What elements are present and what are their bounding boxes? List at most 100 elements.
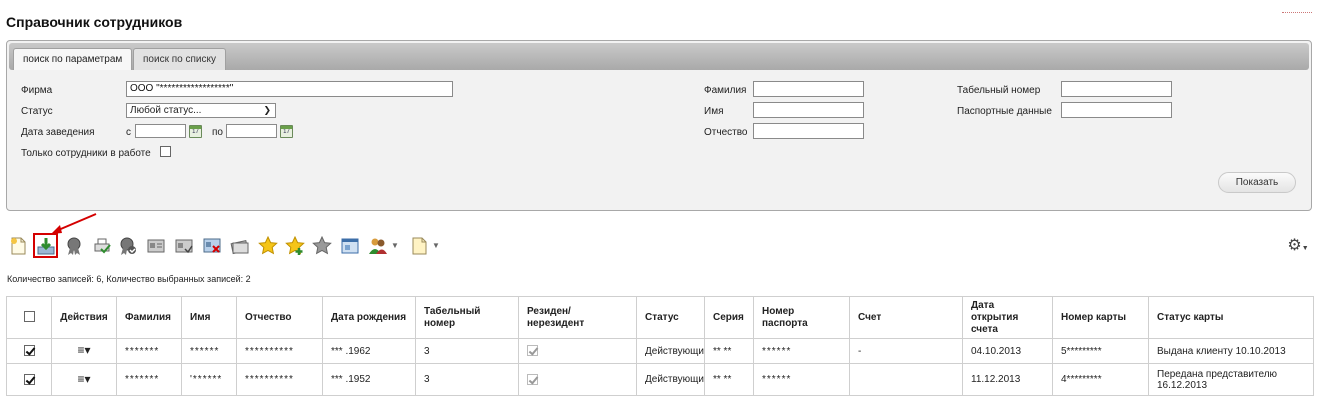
card-stack-icon[interactable] — [230, 236, 250, 256]
search-panel: поиск по параметрам поиск по списку Фирм… — [6, 40, 1312, 211]
cell-name: ****** — [181, 338, 237, 364]
header-account[interactable]: Счет — [849, 296, 963, 339]
document-icon[interactable] — [409, 236, 429, 256]
menu-icon[interactable]: ≡▾ — [77, 343, 90, 357]
cell-status: Действующий — [636, 363, 705, 396]
cell-surname: ******* — [116, 363, 182, 396]
cell-card-status: Передана представителю 16.12.2013 — [1148, 363, 1314, 396]
header-patronymic[interactable]: Отчество — [236, 296, 323, 339]
cell-patronymic: ********** — [236, 338, 323, 364]
table-row[interactable]: ≡▾ ******* '****** ********** *** .1952 … — [6, 363, 1314, 396]
cell-surname: ******* — [116, 338, 182, 364]
status-select-value: Любой статус... — [130, 105, 202, 116]
date-label: Дата заведения — [21, 127, 95, 138]
patronymic-input[interactable] — [753, 123, 864, 139]
users-dropdown-chevron-icon[interactable]: ▼ — [390, 236, 400, 256]
table-row[interactable]: ≡▾ ******* ****** ********** *** .1962 3… — [6, 338, 1314, 364]
star-gray-icon[interactable] — [312, 236, 332, 256]
active-only-checkbox[interactable] — [160, 146, 171, 157]
header-resident[interactable]: Резиден/нерезидент — [518, 296, 637, 339]
cell-passport: ****** — [753, 338, 850, 364]
cell-status: Действующий — [636, 338, 705, 364]
document-dropdown-chevron-icon[interactable]: ▼ — [431, 236, 441, 256]
tab-search-params[interactable]: поиск по параметрам — [13, 48, 133, 70]
header-surname[interactable]: Фамилия — [116, 296, 182, 339]
card-list-icon[interactable] — [174, 236, 194, 256]
tab-number-input[interactable] — [1061, 81, 1172, 97]
cell-card-status: Выдана клиенту 10.10.2013 — [1148, 338, 1314, 364]
row-checkbox[interactable] — [23, 373, 35, 385]
header-name[interactable]: Имя — [181, 296, 237, 339]
active-only-label: Только сотрудники в работе — [21, 148, 151, 159]
show-button[interactable]: Показать — [1218, 172, 1296, 193]
cell-series: ** ** — [704, 338, 754, 364]
surname-label: Фамилия — [704, 85, 747, 96]
header-card-number[interactable]: Номер карты — [1052, 296, 1149, 339]
calendar-to-icon[interactable]: 17 — [280, 125, 293, 138]
export-icon[interactable] — [36, 236, 56, 256]
row-actions-cell: ≡▾ — [51, 363, 117, 396]
chevron-down-icon: ❯ — [263, 105, 271, 115]
tab-search-list[interactable]: поиск по списку — [133, 48, 226, 70]
date-to-label: по — [212, 127, 223, 138]
surname-input[interactable] — [753, 81, 864, 97]
header-status[interactable]: Статус — [636, 296, 705, 339]
cell-series: ** ** — [704, 363, 754, 396]
resident-checkbox — [527, 345, 538, 357]
status-select[interactable]: Любой статус... ❯ — [126, 103, 276, 118]
header-series[interactable]: Серия — [704, 296, 754, 339]
page-title: Справочник сотрудников — [6, 14, 183, 30]
employees-table: Действия Фамилия Имя Отчество Дата рожде… — [6, 296, 1314, 396]
header-card-status[interactable]: Статус карты — [1148, 296, 1314, 339]
cell-open-date: 04.10.2013 — [962, 338, 1053, 364]
table-header-row: Действия Фамилия Имя Отчество Дата рожде… — [6, 296, 1314, 339]
firm-field[interactable]: ООО "******************" — [126, 81, 453, 97]
menu-icon[interactable]: ≡▾ — [77, 372, 90, 386]
users-icon[interactable] — [368, 236, 388, 256]
status-label: Статус — [21, 106, 53, 117]
arrow-annotation-icon — [51, 213, 97, 234]
new-document-icon[interactable] — [8, 236, 28, 256]
cell-account — [849, 363, 963, 396]
cell-tab-number: 3 — [415, 338, 519, 364]
cell-passport: ****** — [753, 363, 850, 396]
cell-name: '****** — [181, 363, 237, 396]
select-all-checkbox[interactable] — [23, 311, 35, 323]
row-select-cell — [6, 338, 52, 364]
star-add-icon[interactable] — [285, 236, 305, 256]
print-icon[interactable] — [92, 236, 112, 256]
select-all-cell — [6, 296, 52, 339]
tab-bar: поиск по параметрам поиск по списку — [9, 43, 1309, 70]
tab-number-label: Табельный номер — [957, 85, 1041, 96]
window-icon[interactable] — [340, 236, 360, 256]
firm-label: Фирма — [21, 85, 53, 96]
header-open-date[interactable]: Дата открытия счета — [962, 296, 1053, 339]
card-icon[interactable] — [146, 236, 166, 256]
date-to-input[interactable] — [226, 124, 277, 138]
patronymic-label: Отчество — [704, 127, 748, 138]
calendar-from-icon[interactable]: 17 — [189, 125, 202, 138]
header-birth-date[interactable]: Дата рождения — [322, 296, 416, 339]
resident-checkbox — [527, 373, 538, 385]
award-icon[interactable] — [64, 236, 84, 256]
award-check-icon[interactable] — [118, 236, 138, 256]
passport-input[interactable] — [1061, 102, 1172, 118]
passport-label: Паспортные данные — [957, 106, 1052, 117]
card-delete-icon[interactable] — [202, 236, 222, 256]
date-from-input[interactable] — [135, 124, 186, 138]
header-actions[interactable]: Действия — [51, 296, 117, 339]
cell-card-number: 4********* — [1052, 363, 1149, 396]
cell-open-date: 11.12.2013 — [962, 363, 1053, 396]
header-passport[interactable]: Номер паспорта — [753, 296, 850, 339]
name-input[interactable] — [753, 102, 864, 118]
cell-resident — [518, 363, 637, 396]
cell-tab-number: 3 — [415, 363, 519, 396]
header-tab-number[interactable]: Табельный номер — [415, 296, 519, 339]
top-right-decoration — [1282, 12, 1312, 14]
row-select-cell — [6, 363, 52, 396]
settings-icon[interactable]: ⚙▼ — [1284, 236, 1312, 256]
cell-patronymic: ********** — [236, 363, 323, 396]
cell-birth-date: *** .1962 — [322, 338, 416, 364]
star-icon[interactable] — [258, 236, 278, 256]
row-checkbox[interactable] — [23, 345, 35, 357]
